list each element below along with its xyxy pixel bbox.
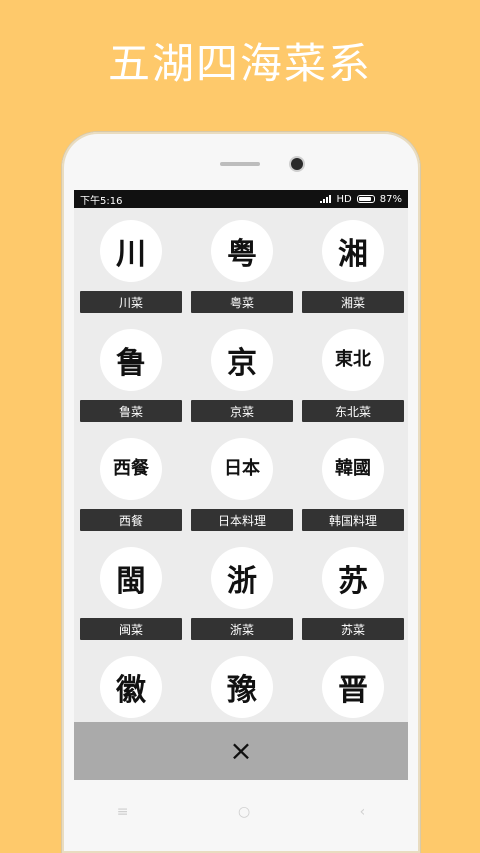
- cuisine-logo[interactable]: 豫: [211, 656, 273, 718]
- cuisine-logo[interactable]: 浙: [211, 547, 273, 609]
- earpiece: [220, 162, 260, 166]
- cuisine-logo[interactable]: 粤: [211, 220, 273, 282]
- menu-icon[interactable]: ≡: [117, 804, 129, 820]
- app-screen: 下午5:16 HD 87% 川川菜粤粤菜湘湘菜鲁鲁菜京京菜 東北 东北菜 西餐 西餐 日本…: [74, 190, 408, 780]
- close-icon[interactable]: ×: [229, 737, 252, 765]
- cuisine-label[interactable]: 粤菜: [191, 291, 293, 313]
- front-camera: [291, 158, 303, 170]
- cuisine-label[interactable]: 鲁菜: [80, 400, 182, 422]
- cuisine-logo[interactable]: 徽: [100, 656, 162, 718]
- cuisine-label[interactable]: 川菜: [80, 291, 182, 313]
- cuisine-logo[interactable]: 苏: [322, 547, 384, 609]
- phone-frame: 下午5:16 HD 87% 川川菜粤粤菜湘湘菜鲁鲁菜京京菜 東北 东北菜 西餐 西餐 日本…: [62, 132, 420, 853]
- cuisine-label[interactable]: 韩国料理: [302, 509, 404, 531]
- signal-icon: [319, 195, 332, 203]
- battery-percent: 87%: [379, 193, 402, 205]
- cuisine-label[interactable]: 湘菜: [302, 291, 404, 313]
- cuisine-label[interactable]: 浙菜: [191, 618, 293, 640]
- system-nav-bar: ≡ ○ ‹: [62, 787, 420, 837]
- cuisine-logo[interactable]: 東北: [322, 329, 384, 391]
- network-type: HD: [336, 193, 352, 205]
- cuisine-logo[interactable]: 日本: [211, 438, 273, 500]
- cuisine-logo[interactable]: 京: [211, 329, 273, 391]
- battery-icon: [356, 195, 375, 203]
- cuisine-logo[interactable]: 晋: [322, 656, 384, 718]
- cuisine-logo[interactable]: 西餐: [100, 438, 162, 500]
- cuisine-logo[interactable]: 川: [100, 220, 162, 282]
- cuisine-label[interactable]: 西餐: [80, 509, 182, 531]
- cuisine-logo[interactable]: 韓國: [322, 438, 384, 500]
- cuisine-logo[interactable]: 鲁: [100, 329, 162, 391]
- status-bar: 下午5:16 HD 87%: [74, 190, 408, 208]
- cuisine-label[interactable]: 闽菜: [80, 618, 182, 640]
- cuisine-label[interactable]: 京菜: [191, 400, 293, 422]
- cuisine-label[interactable]: 东北菜: [302, 400, 404, 422]
- home-icon[interactable]: ○: [238, 804, 250, 820]
- promo-headline: 五湖四海菜系: [107, 39, 372, 88]
- cuisine-logo[interactable]: 閩: [100, 547, 162, 609]
- cuisine-grid: 川川菜粤粤菜湘湘菜鲁鲁菜京京菜 東北 东北菜 西餐 西餐 日本 日本料理 韓國 韩国料理閩闽菜浙…: [74, 208, 408, 740]
- cuisine-logo[interactable]: 湘: [322, 220, 384, 282]
- status-indicators: HD 87%: [319, 193, 402, 205]
- cuisine-label[interactable]: 日本料理: [191, 509, 293, 531]
- status-time: 下午5:16: [80, 195, 123, 207]
- cuisine-label[interactable]: 苏菜: [302, 618, 404, 640]
- back-icon[interactable]: ‹: [360, 804, 366, 820]
- close-bar[interactable]: ×: [74, 722, 408, 780]
